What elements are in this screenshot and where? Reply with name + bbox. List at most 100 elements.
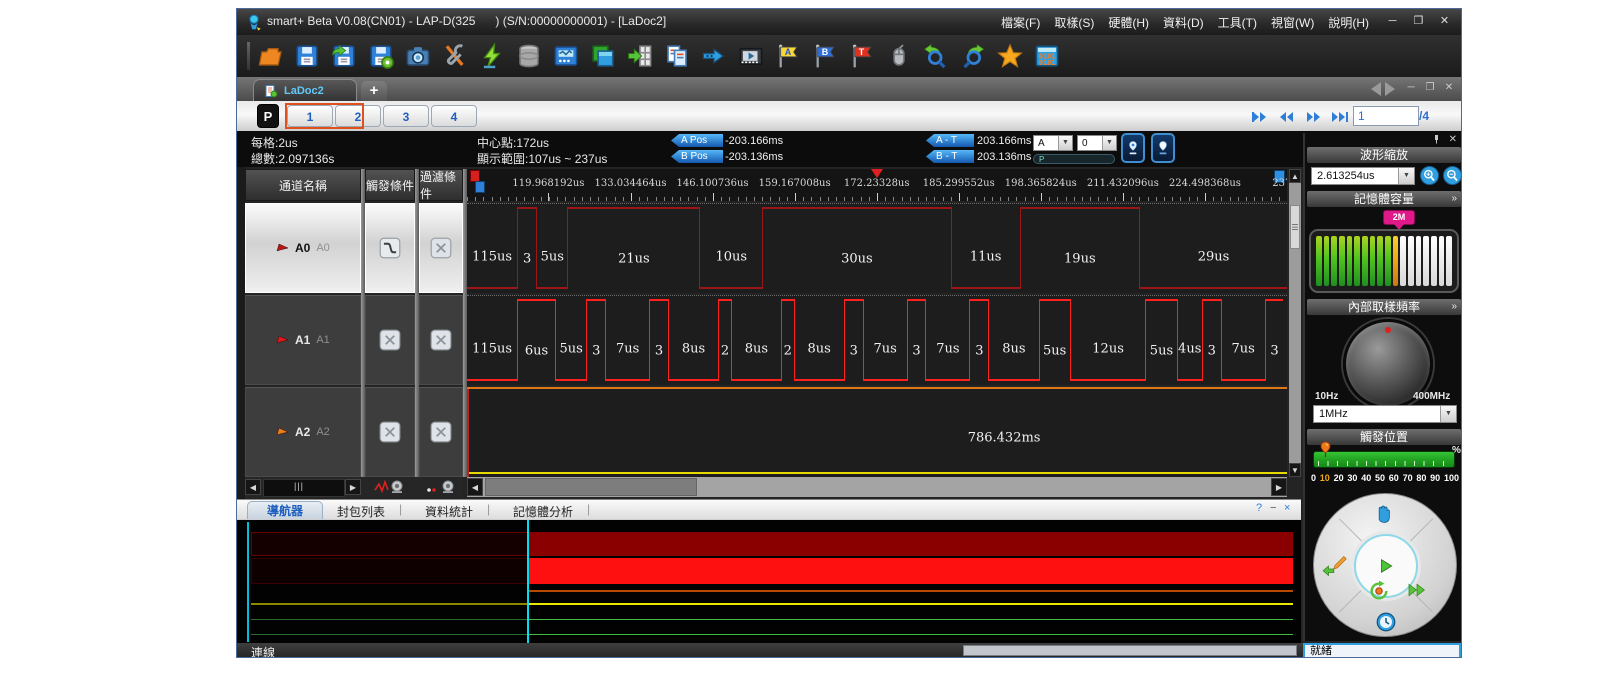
b-pos-tag[interactable]: B Pos [671,150,723,163]
trigger-marker-icon[interactable] [871,169,883,184]
fast-forward-button[interactable] [1406,582,1428,598]
toolbar-grip[interactable] [247,42,250,70]
page-number-input[interactable] [1353,106,1419,126]
wave-scroll-up-button[interactable]: ▲ [1289,169,1301,183]
save-settings-button[interactable] [368,41,394,71]
marker-select[interactable]: A ▼ [1033,135,1073,151]
a-pos-tag[interactable]: A Pos [671,134,723,147]
child-close-button[interactable]: ✕ [1443,81,1455,95]
menu-item-0[interactable]: 檔案(F) [1001,14,1040,31]
filter-condition-A2[interactable] [419,387,463,477]
waveform-A2[interactable]: 786.432ms [467,387,1287,477]
channel-row-name-A2[interactable]: A2 A2 [245,387,361,477]
snapshot-button[interactable] [405,41,431,71]
b-t-tag[interactable]: B - T [926,150,974,163]
navigator-overview[interactable] [237,519,1301,644]
tab-ladoc2[interactable]: LaDoc2 [253,79,357,101]
timer-button[interactable] [1376,612,1396,632]
first-page-button[interactable] [1251,110,1273,123]
open-button[interactable] [257,41,283,71]
restore-button[interactable]: ❐ [1410,13,1427,29]
waveform-h-scrollbar[interactable]: ◀ ▶ [467,477,1287,497]
page-button-4[interactable]: 4 [431,105,477,127]
menu-item-6[interactable]: 說明(H) [1328,14,1369,31]
tab-scroll-right-icon[interactable] [1385,82,1395,96]
trigger-position-pin[interactable] [1319,441,1332,458]
time-ruler[interactable]: 119.968192us133.034464us146.100736us159.… [467,169,1287,201]
minimize-button[interactable]: ─ [1384,13,1401,29]
last-page-button[interactable] [1329,110,1351,123]
trigger-condition-A1[interactable] [365,295,415,385]
repeat-capture-button[interactable] [1368,580,1390,602]
flag-b-button[interactable]: B [812,41,838,71]
pin-icon[interactable] [1432,134,1441,147]
tools-button[interactable] [442,41,468,71]
device-button[interactable] [553,41,579,71]
panel-minimize-button[interactable]: − [1270,502,1276,514]
flag-t-button[interactable]: T [849,41,875,71]
v-scroll-grip-icon[interactable]: ☰ [1290,205,1300,249]
a-t-tag[interactable]: A - T [926,134,974,147]
binary-view-button[interactable]: 01010101 [1034,41,1060,71]
flag-a-button[interactable]: A [775,41,801,71]
trigger-position-slider[interactable] [1313,451,1455,468]
zoom-in-button[interactable] [1420,166,1439,185]
menu-item-3[interactable]: 資料(D) [1163,14,1204,31]
favorite-button[interactable] [997,41,1023,71]
trigger-condition-A2[interactable] [365,387,415,477]
tab-scroll-left-icon[interactable] [1371,82,1381,96]
chevrons-icon[interactable]: » [1451,299,1457,315]
window-layout-button[interactable] [590,41,616,71]
wave-scroll-right-button[interactable]: ▶ [1271,478,1287,496]
zoom-out-button[interactable] [1443,166,1462,185]
column-header-channel-name[interactable]: 通道名稱 [245,169,361,201]
trigger-snapshot-button[interactable] [365,478,415,496]
filter-snapshot-button[interactable] [419,478,463,496]
waveform-A0[interactable]: 115us35us21us10us30us11us19us29us [467,203,1287,293]
connector-button[interactable] [701,41,727,71]
chevron-down-icon[interactable]: ▼ [1102,136,1116,150]
tab-navigator[interactable]: 導航器 [247,501,323,520]
chevrons-icon[interactable]: » [1451,191,1457,207]
navigation-pad[interactable] [1313,493,1457,637]
column-header-trigger[interactable]: 觸發條件 [365,169,415,201]
export-table-button[interactable] [627,41,653,71]
sample-rate-select[interactable]: 1MHz ▼ [1313,405,1457,423]
zoom-redo-button[interactable] [960,41,986,71]
filter-condition-A1[interactable] [419,295,463,385]
prev-edge-button[interactable] [1322,556,1348,576]
close-button[interactable]: ✕ [1436,13,1453,29]
page-p-button[interactable]: P [257,104,279,128]
zoom-undo-button[interactable] [923,41,949,71]
goto-b-marker-button[interactable] [1151,133,1175,163]
prev-page-button[interactable] [1277,110,1299,123]
filter-condition-A0[interactable] [419,203,463,293]
waveform-A1[interactable]: 115us6us5us37us38us28us28us37us37us38us5… [467,295,1287,385]
child-minimize-button[interactable]: ─ [1405,81,1417,95]
tab-3[interactable]: 記憶體分析 [513,503,573,520]
menu-item-2[interactable]: 硬體(H) [1108,14,1149,31]
menu-item-5[interactable]: 視窗(W) [1271,14,1314,31]
scroll-right-button[interactable]: ▶ [345,479,361,495]
menu-item-1[interactable]: 取樣(S) [1054,14,1094,31]
b-marker-flag-icon[interactable] [475,181,485,193]
chevron-down-icon[interactable]: ▼ [1398,168,1414,184]
p-mini-slider[interactable]: P [1033,154,1115,164]
save-as-button[interactable] [331,41,357,71]
trigger-condition-A0[interactable] [365,203,415,293]
child-restore-button[interactable]: ❐ [1424,81,1436,95]
quick-capture-button[interactable] [479,41,505,71]
documents-button[interactable] [664,41,690,71]
wave-scroll-thumb[interactable] [485,478,697,496]
goto-a-marker-button[interactable] [1121,133,1145,163]
add-tab-button[interactable]: + [361,81,387,101]
nav-left-cursor[interactable] [247,522,249,642]
waveform-v-scrollbar[interactable]: ▲ ☰ ▼ [1289,169,1301,477]
chevron-down-icon[interactable]: ▼ [1440,406,1456,422]
video-button[interactable] [738,41,764,71]
panel-help-button[interactable]: ? [1256,502,1262,514]
close-icon[interactable]: ✕ [1449,134,1457,147]
channel-row-name-A0[interactable]: A0 A0 [245,203,361,293]
menu-item-4[interactable]: 工具(T) [1218,14,1257,31]
wave-scroll-left-button[interactable]: ◀ [467,478,483,496]
